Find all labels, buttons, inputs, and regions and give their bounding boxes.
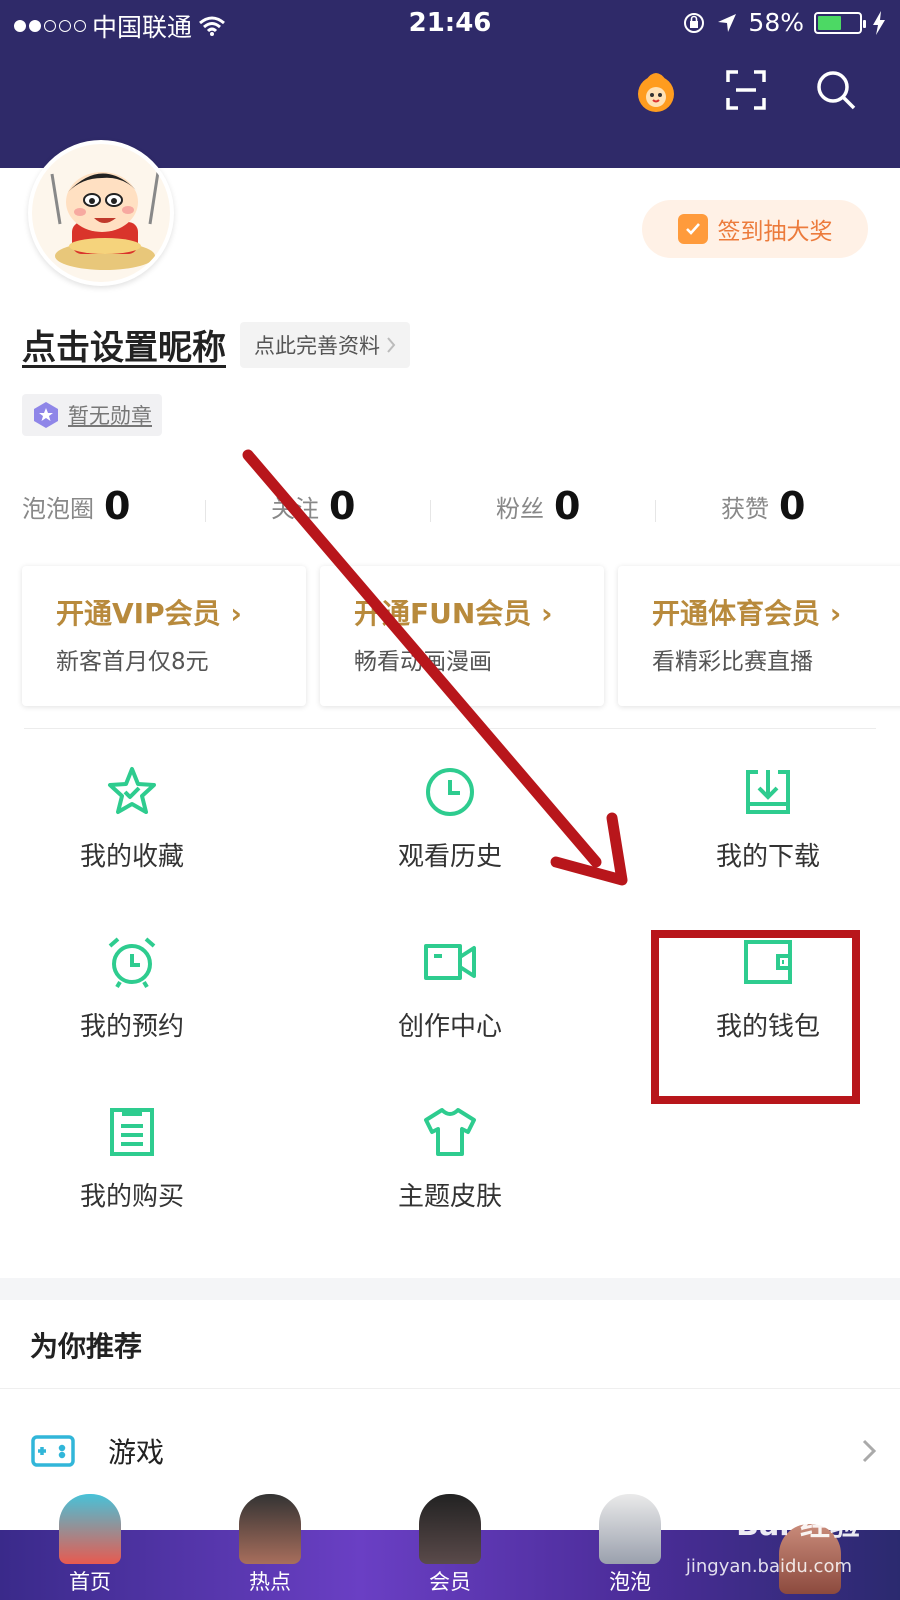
menu-label: 观看历史 xyxy=(397,842,502,872)
complete-profile-label: 点此完善资料 xyxy=(254,333,380,358)
video-camera-icon xyxy=(424,944,476,980)
divider xyxy=(0,1388,900,1389)
alarm-icon xyxy=(108,937,156,989)
menu-reservations[interactable]: 我的预约 xyxy=(0,934,282,1064)
star-icon xyxy=(108,767,156,814)
tab-hot[interactable]: 热点 xyxy=(180,1480,360,1600)
annotation-highlight-box xyxy=(651,930,860,1104)
tab-label: 会员 xyxy=(429,1570,471,1594)
medal-badge[interactable]: 暂无勋章 xyxy=(22,394,162,436)
section-gap xyxy=(0,1278,900,1300)
cartoon-avatar-image xyxy=(32,144,170,282)
vip-card-subtitle: 新客首月仅8元 xyxy=(56,649,209,675)
mascot-icon[interactable] xyxy=(632,66,680,114)
divider xyxy=(24,728,876,729)
chevron-right-icon xyxy=(387,336,396,353)
menu-history[interactable]: 观看历史 xyxy=(300,764,600,894)
menu-favorites[interactable]: 我的收藏 xyxy=(0,764,282,894)
menu-label: 我的收藏 xyxy=(79,842,184,872)
tshirt-icon xyxy=(424,1108,476,1156)
tab-bubble[interactable]: 泡泡 xyxy=(540,1480,720,1600)
tab-label: 泡泡 xyxy=(609,1570,651,1594)
medal-icon xyxy=(34,402,58,428)
menu-label: 主题皮肤 xyxy=(397,1182,502,1212)
stat-bubble-circle[interactable]: 泡泡圈 0 xyxy=(0,484,225,528)
menu-purchases[interactable]: 我的购买 xyxy=(0,1104,282,1234)
gamepad-icon xyxy=(31,1435,75,1467)
recommend-item-label: 游戏 xyxy=(108,1436,165,1469)
stat-value: 0 xyxy=(329,484,356,528)
stat-likes[interactable]: 获赞 0 xyxy=(655,484,900,528)
vip-card-title: 开通VIP会员 › xyxy=(56,597,242,630)
stat-value: 0 xyxy=(554,484,581,528)
avatar[interactable] xyxy=(28,140,174,286)
tab-label: 首页 xyxy=(69,1570,111,1594)
tab-character-image xyxy=(599,1494,661,1564)
scan-icon[interactable] xyxy=(722,66,770,114)
stat-label: 获赞 xyxy=(721,494,769,523)
checkin-button[interactable]: 签到抽大奖 xyxy=(642,200,868,258)
vip-card-title: 开通体育会员 › xyxy=(652,597,842,630)
stat-label: 泡泡圈 xyxy=(22,494,94,523)
membership-cards: 开通VIP会员 › 新客首月仅8元 开通FUN会员 › 畅看动画漫画 开通体育会… xyxy=(22,566,900,706)
watermark-url: jingyan.baidu.com xyxy=(685,1556,852,1577)
tab-vip[interactable]: 会员 xyxy=(360,1480,540,1600)
recommend-item-games[interactable]: 游戏 xyxy=(30,1424,880,1478)
stat-value: 0 xyxy=(779,484,806,528)
menu-theme-skin[interactable]: 主题皮肤 xyxy=(300,1104,600,1234)
complete-profile-button[interactable]: 点此完善资料 xyxy=(240,321,410,368)
tab-character-image xyxy=(419,1494,481,1564)
search-icon[interactable] xyxy=(812,66,860,114)
rotation-lock-icon xyxy=(684,12,705,33)
tab-label: 热点 xyxy=(249,1570,291,1594)
stat-label: 粉丝 xyxy=(496,494,544,523)
stat-following[interactable]: 关注 0 xyxy=(205,484,450,528)
stat-label: 关注 xyxy=(271,494,319,523)
stats-row: 泡泡圈 0 关注 0 粉丝 0 获赞 0 xyxy=(0,484,900,528)
medal-label: 暂无勋章 xyxy=(68,404,152,428)
chevron-right-icon xyxy=(862,1439,877,1463)
menu-creator-center[interactable]: 创作中心 xyxy=(300,934,600,1064)
tab-home[interactable]: 首页 xyxy=(0,1480,180,1600)
battery-icon xyxy=(814,11,866,34)
battery-fill xyxy=(818,15,842,30)
vip-card-title: 开通FUN会员 › xyxy=(354,597,553,630)
charging-bolt-icon xyxy=(873,10,885,35)
calendar-check-icon xyxy=(677,214,708,244)
top-header: 中国联通 21:46 58% xyxy=(0,0,900,168)
vip-card-subtitle: 看精彩比赛直播 xyxy=(652,649,813,675)
stat-value: 0 xyxy=(104,484,131,528)
menu-downloads[interactable]: 我的下载 xyxy=(618,764,900,894)
clock-icon xyxy=(426,768,474,816)
menu-label: 我的下载 xyxy=(715,842,820,872)
download-icon xyxy=(746,770,790,814)
status-bar: 中国联通 21:46 58% xyxy=(0,0,900,46)
clipboard-icon xyxy=(110,1108,154,1156)
menu-label: 创作中心 xyxy=(397,1012,502,1042)
sports-card[interactable]: 开通体育会员 › 看精彩比赛直播 xyxy=(618,566,900,706)
location-arrow-icon xyxy=(718,13,737,32)
tab-character-image xyxy=(59,1494,121,1564)
vip-card[interactable]: 开通VIP会员 › 新客首月仅8元 xyxy=(22,566,306,706)
checkin-label: 签到抽大奖 xyxy=(717,219,833,245)
recommend-title: 为你推荐 xyxy=(30,1330,143,1363)
menu-label: 我的购买 xyxy=(79,1182,184,1212)
nickname-row: 点击设置昵称 点此完善资料 xyxy=(22,320,410,369)
tab-character-image xyxy=(239,1494,301,1564)
nickname-link[interactable]: 点击设置昵称 xyxy=(22,320,226,369)
vip-card-subtitle: 畅看动画漫画 xyxy=(354,649,492,675)
status-right: 58% xyxy=(682,8,886,37)
stat-fans[interactable]: 粉丝 0 xyxy=(430,484,675,528)
header-actions xyxy=(632,66,860,114)
menu-label: 我的预约 xyxy=(79,1012,184,1042)
battery-percent: 58% xyxy=(748,8,804,37)
watermark-brand: Bai 经验 xyxy=(736,1508,860,1543)
fun-card[interactable]: 开通FUN会员 › 畅看动画漫画 xyxy=(320,566,604,706)
